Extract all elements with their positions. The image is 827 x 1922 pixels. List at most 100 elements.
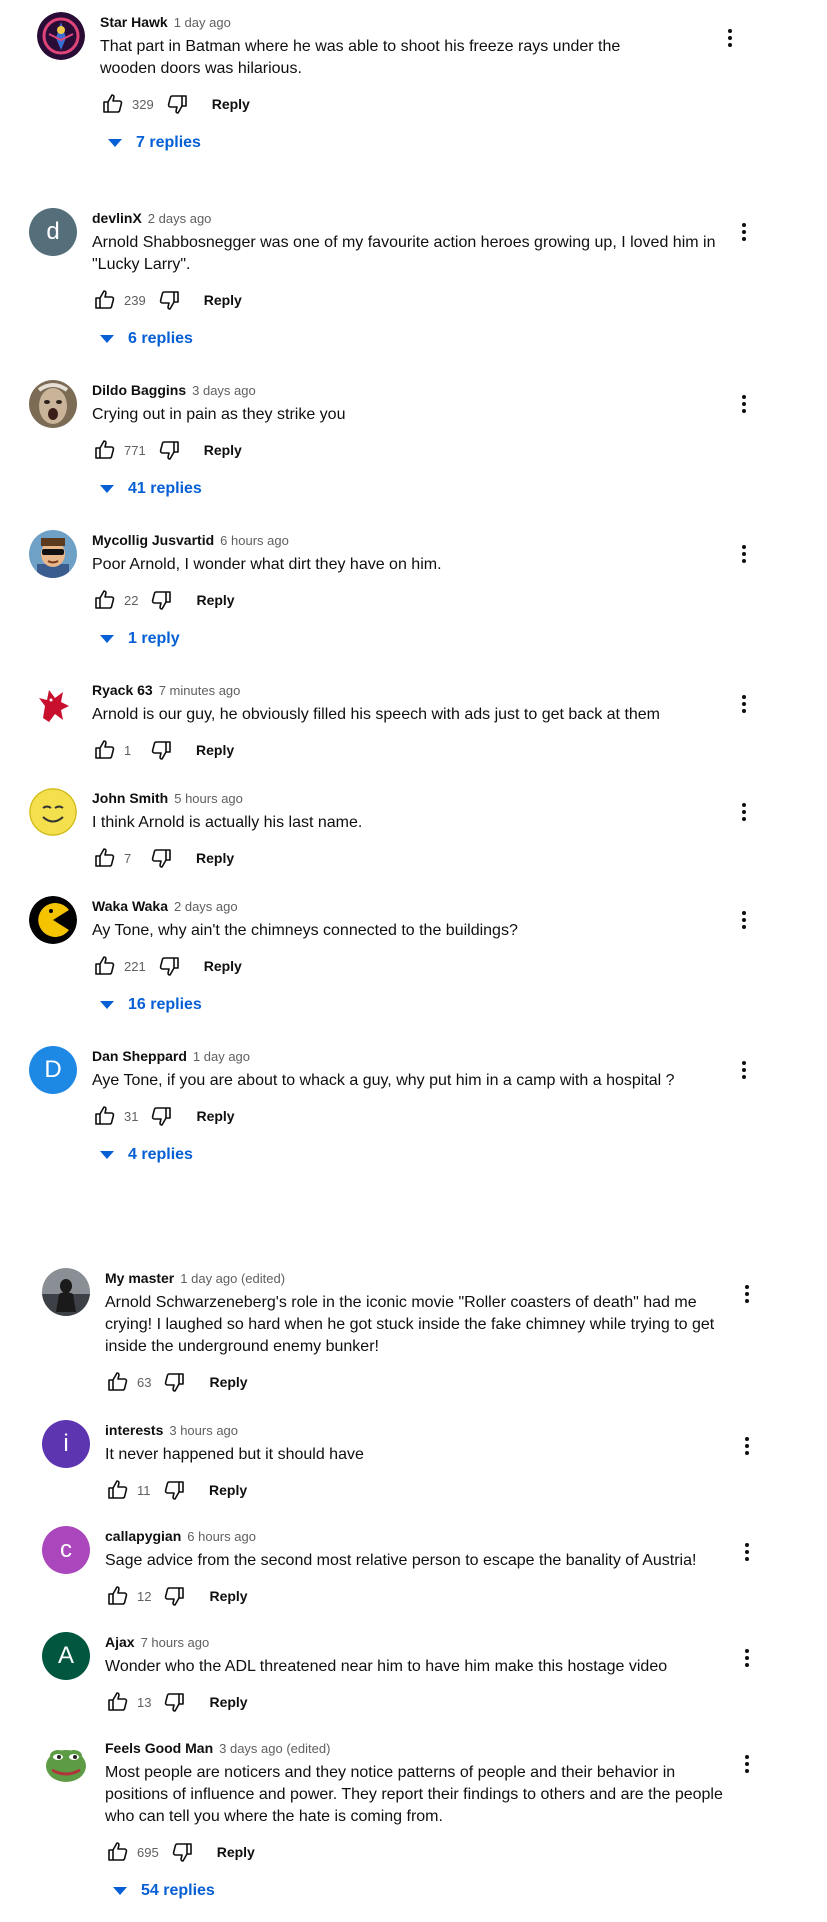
reply-button[interactable]: Reply	[204, 442, 242, 458]
comment-time[interactable]: 1 day ago	[174, 15, 231, 30]
view-replies-button[interactable]: 7 replies	[108, 134, 660, 152]
reply-button[interactable]: Reply	[196, 1108, 234, 1124]
comment-author[interactable]: callapygian	[105, 1528, 181, 1544]
thumbs-up-icon[interactable]	[105, 1477, 131, 1503]
more-vert-icon[interactable]	[732, 220, 756, 244]
thumbs-down-icon[interactable]	[156, 287, 182, 313]
thumbs-down-icon[interactable]	[161, 1477, 187, 1503]
more-vert-icon[interactable]	[732, 392, 756, 416]
comment-time[interactable]: 1 day ago (edited)	[180, 1271, 285, 1286]
more-vert-icon[interactable]	[735, 1282, 759, 1306]
comment-body: interests 3 hours ago It never happened b…	[105, 1420, 725, 1506]
thumbs-down-icon[interactable]	[161, 1583, 187, 1609]
comment-author[interactable]: Waka Waka	[92, 898, 168, 914]
more-vert-icon[interactable]	[732, 1058, 756, 1082]
reply-button[interactable]: Reply	[217, 1844, 255, 1860]
comment-author[interactable]: Dan Sheppard	[92, 1048, 187, 1064]
reply-button[interactable]: Reply	[196, 850, 234, 866]
reply-button[interactable]: Reply	[196, 592, 234, 608]
thumbs-down-icon[interactable]	[148, 1103, 174, 1129]
avatar[interactable]	[42, 1738, 90, 1786]
avatar[interactable]	[29, 530, 77, 578]
reply-button[interactable]: Reply	[204, 292, 242, 308]
reply-button[interactable]: Reply	[209, 1374, 247, 1390]
avatar[interactable]	[29, 680, 77, 728]
more-vert-icon[interactable]	[732, 542, 756, 566]
view-replies-button[interactable]: 54 replies	[113, 1882, 725, 1900]
comment-author[interactable]: devlinX	[92, 210, 142, 226]
avatar[interactable]	[29, 380, 77, 428]
comment-author[interactable]: Feels Good Man	[105, 1740, 213, 1756]
more-vert-icon[interactable]	[735, 1752, 759, 1776]
view-replies-button[interactable]: 6 replies	[100, 330, 722, 348]
avatar[interactable]: D	[29, 1046, 77, 1094]
thumbs-down-icon[interactable]	[148, 845, 174, 871]
avatar[interactable]: i	[42, 1420, 90, 1468]
reply-button[interactable]: Reply	[209, 1482, 247, 1498]
comment-author[interactable]: Mycollig Jusvartid	[92, 532, 214, 548]
comment-author[interactable]: Dildo Baggins	[92, 382, 186, 398]
comment-body: devlinX 2 days ago Arnold Shabbosnegger w…	[92, 208, 722, 348]
view-replies-button[interactable]: 41 replies	[100, 480, 722, 498]
thumbs-up-icon[interactable]	[92, 953, 118, 979]
comment-author[interactable]: Star Hawk	[100, 14, 168, 30]
thumbs-up-icon[interactable]	[92, 737, 118, 763]
reply-button[interactable]: Reply	[196, 742, 234, 758]
avatar[interactable]: d	[29, 208, 77, 256]
view-replies-button[interactable]: 4 replies	[100, 1146, 722, 1164]
reply-button[interactable]: Reply	[209, 1694, 247, 1710]
comment-time[interactable]: 3 hours ago	[169, 1423, 238, 1438]
thumbs-down-icon[interactable]	[148, 587, 174, 613]
view-replies-button[interactable]: 16 replies	[100, 996, 722, 1014]
thumbs-up-icon[interactable]	[105, 1839, 131, 1865]
thumbs-down-icon[interactable]	[161, 1689, 187, 1715]
more-vert-icon[interactable]	[735, 1540, 759, 1564]
thumbs-down-icon[interactable]	[156, 437, 182, 463]
comment-time[interactable]: 1 day ago	[193, 1049, 250, 1064]
thumbs-up-icon[interactable]	[105, 1369, 131, 1395]
comment-author[interactable]: Ajax	[105, 1634, 135, 1650]
comment-time[interactable]: 3 days ago (edited)	[219, 1741, 330, 1756]
comment-author[interactable]: My master	[105, 1270, 174, 1286]
comment-time[interactable]: 6 hours ago	[220, 533, 289, 548]
comment-time[interactable]: 7 minutes ago	[159, 683, 241, 698]
comment-author[interactable]: Ryack 63	[92, 682, 153, 698]
thumbs-up-icon[interactable]	[92, 287, 118, 313]
comment-time[interactable]: 6 hours ago	[187, 1529, 256, 1544]
thumbs-down-icon[interactable]	[148, 737, 174, 763]
more-vert-icon[interactable]	[718, 26, 742, 50]
avatar[interactable]: A	[42, 1632, 90, 1680]
thumbs-up-icon[interactable]	[92, 1103, 118, 1129]
view-replies-button[interactable]: 1 reply	[100, 630, 722, 648]
thumbs-up-icon[interactable]	[105, 1583, 131, 1609]
avatar[interactable]	[29, 788, 77, 836]
reply-button[interactable]: Reply	[212, 96, 250, 112]
thumbs-down-icon[interactable]	[169, 1839, 195, 1865]
comment-time[interactable]: 5 hours ago	[174, 791, 243, 806]
avatar[interactable]: c	[42, 1526, 90, 1574]
thumbs-down-icon[interactable]	[161, 1369, 187, 1395]
avatar[interactable]	[29, 896, 77, 944]
comment-author[interactable]: interests	[105, 1422, 163, 1438]
thumbs-up-icon[interactable]	[100, 91, 126, 117]
comment-time[interactable]: 7 hours ago	[141, 1635, 210, 1650]
comment-time[interactable]: 2 days ago	[174, 899, 238, 914]
reply-button[interactable]: Reply	[209, 1588, 247, 1604]
more-vert-icon[interactable]	[735, 1434, 759, 1458]
comment-time[interactable]: 2 days ago	[148, 211, 212, 226]
more-vert-icon[interactable]	[732, 692, 756, 716]
thumbs-down-icon[interactable]	[164, 91, 190, 117]
thumbs-up-icon[interactable]	[105, 1689, 131, 1715]
avatar[interactable]	[37, 12, 85, 60]
thumbs-up-icon[interactable]	[92, 587, 118, 613]
more-vert-icon[interactable]	[732, 800, 756, 824]
comment-time[interactable]: 3 days ago	[192, 383, 256, 398]
avatar[interactable]	[42, 1268, 90, 1316]
comment-author[interactable]: John Smith	[92, 790, 168, 806]
more-vert-icon[interactable]	[735, 1646, 759, 1670]
thumbs-up-icon[interactable]	[92, 845, 118, 871]
more-vert-icon[interactable]	[732, 908, 756, 932]
reply-button[interactable]: Reply	[204, 958, 242, 974]
thumbs-down-icon[interactable]	[156, 953, 182, 979]
thumbs-up-icon[interactable]	[92, 437, 118, 463]
